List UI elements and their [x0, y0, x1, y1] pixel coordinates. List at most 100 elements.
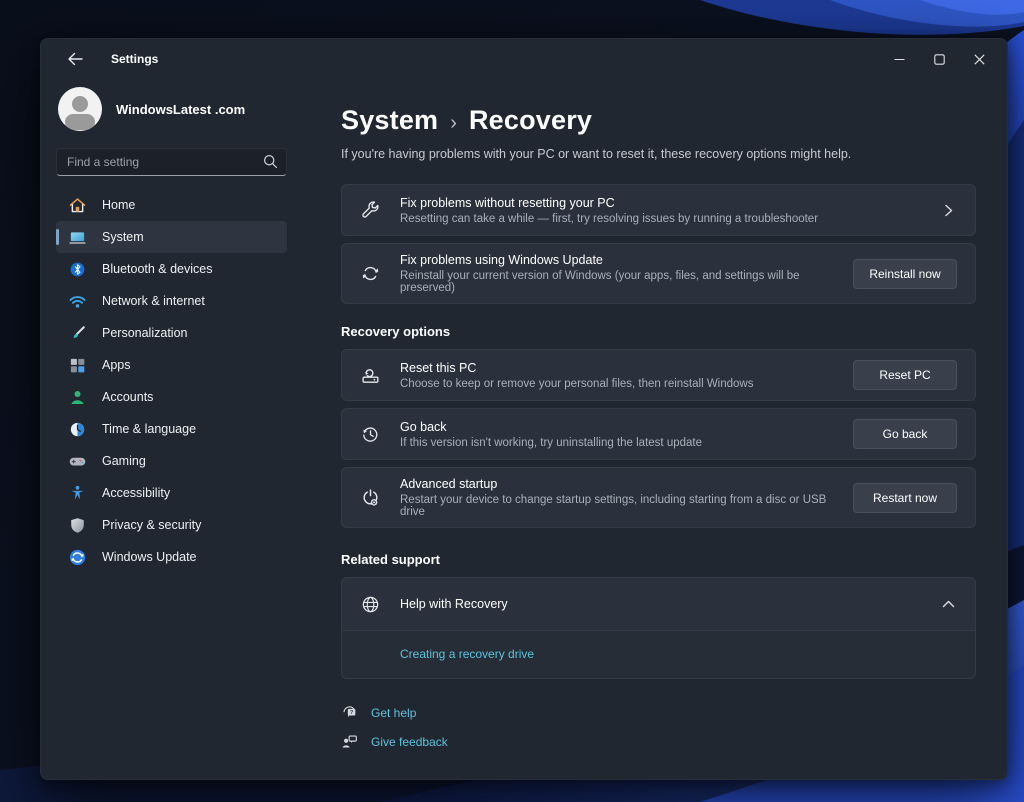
- card-title: Fix problems without resetting your PC: [400, 196, 942, 210]
- sidebar-item-system[interactable]: System: [56, 221, 287, 253]
- card-title: Advanced startup: [400, 477, 853, 491]
- avatar: [58, 87, 102, 131]
- card-description: If this version isn't working, try unins…: [400, 437, 853, 449]
- sidebar-item-windows-update[interactable]: Windows Update: [56, 541, 287, 573]
- account-row[interactable]: WindowsLatest .com: [58, 87, 287, 131]
- titlebar: Settings: [41, 39, 1007, 79]
- svg-text:?: ?: [350, 710, 353, 716]
- advanced-startup-icon: [360, 487, 381, 508]
- close-button[interactable]: [959, 39, 999, 79]
- breadcrumb: System › Recovery: [341, 105, 976, 136]
- footer-links: ? Get help Give feedback: [341, 704, 976, 750]
- settings-window: Settings WindowsLatest .com: [40, 38, 1008, 780]
- account-name: WindowsLatest .com: [116, 102, 245, 117]
- card-description: Choose to keep or remove your personal f…: [400, 378, 853, 390]
- expander-body: Creating a recovery drive: [342, 630, 975, 678]
- sidebar-item-label: Apps: [102, 358, 131, 372]
- chevron-right-icon: [942, 204, 957, 217]
- sidebar-item-label: Personalization: [102, 326, 187, 340]
- searchbox: [56, 148, 287, 176]
- history-icon: [360, 424, 381, 445]
- sidebar-item-home[interactable]: Home: [56, 189, 287, 221]
- page-subtitle: If you're having problems with your PC o…: [341, 147, 976, 161]
- feedback-icon: [341, 733, 358, 750]
- close-icon: [974, 54, 985, 65]
- system-icon: [68, 228, 87, 247]
- card-text: Go back If this version isn't working, t…: [400, 420, 853, 449]
- page-title: Recovery: [469, 105, 592, 136]
- globe-icon: [360, 594, 381, 615]
- sidebar: WindowsLatest .com Home: [41, 79, 301, 779]
- sync-icon: [360, 263, 381, 284]
- window-title: Settings: [111, 52, 158, 66]
- gamepad-icon: [68, 452, 87, 471]
- search-input[interactable]: [56, 148, 287, 176]
- get-help-link[interactable]: Get help: [371, 706, 416, 720]
- reset-pc-icon: [360, 365, 381, 386]
- go-back-button[interactable]: Go back: [853, 419, 957, 449]
- troubleshooter-card[interactable]: Fix problems without resetting your PC R…: [341, 184, 976, 236]
- card-description: Restart your device to change startup se…: [400, 494, 853, 518]
- reinstall-now-button[interactable]: Reinstall now: [853, 259, 957, 289]
- recovery-options-heading: Recovery options: [341, 324, 976, 339]
- restart-now-button[interactable]: Restart now: [853, 483, 957, 513]
- minimize-icon: [894, 54, 905, 65]
- recovery-drive-link[interactable]: Creating a recovery drive: [400, 647, 534, 661]
- give-feedback-row: Give feedback: [341, 733, 976, 750]
- chevron-up-icon: [942, 598, 957, 611]
- sidebar-item-label: Privacy & security: [102, 518, 201, 532]
- top-cards: Fix problems without resetting your PC R…: [341, 184, 976, 304]
- sidebar-item-apps[interactable]: Apps: [56, 349, 287, 381]
- breadcrumb-system[interactable]: System: [341, 105, 438, 136]
- maximize-button[interactable]: [919, 39, 959, 79]
- sidebar-item-label: Home: [102, 198, 135, 212]
- card-text: Reset this PC Choose to keep or remove y…: [400, 361, 853, 390]
- card-title: Reset this PC: [400, 361, 853, 375]
- advanced-startup-card: Advanced startup Restart your device to …: [341, 467, 976, 528]
- accessibility-icon: [68, 484, 87, 503]
- sidebar-item-network-internet[interactable]: Network & internet: [56, 285, 287, 317]
- maximize-icon: [934, 54, 945, 65]
- wifi-icon: [68, 292, 87, 311]
- windows-update-icon: [68, 548, 87, 567]
- give-feedback-link[interactable]: Give feedback: [371, 735, 448, 749]
- search-icon: [263, 154, 278, 169]
- fix-with-update-card: Fix problems using Windows Update Reinst…: [341, 243, 976, 304]
- accounts-icon: [68, 388, 87, 407]
- expander-title: Help with Recovery: [400, 597, 942, 611]
- sidebar-item-label: Accessibility: [102, 486, 170, 500]
- card-description: Resetting can take a while — first, try …: [400, 213, 942, 225]
- sidebar-item-label: Accounts: [102, 390, 153, 404]
- sidebar-item-accounts[interactable]: Accounts: [56, 381, 287, 413]
- sidebar-item-gaming[interactable]: Gaming: [56, 445, 287, 477]
- sidebar-item-label: Time & language: [102, 422, 196, 436]
- sidebar-item-privacy-security[interactable]: Privacy & security: [56, 509, 287, 541]
- card-title: Go back: [400, 420, 853, 434]
- expander-header[interactable]: Help with Recovery: [342, 578, 975, 630]
- shield-icon: [68, 516, 87, 535]
- sidebar-nav: Home System: [56, 189, 287, 573]
- card-description: Reinstall your current version of Window…: [400, 270, 853, 294]
- breadcrumb-separator: ›: [450, 112, 457, 135]
- wrench-icon: [360, 200, 381, 221]
- get-help-row: ? Get help: [341, 704, 976, 721]
- sidebar-item-time-language[interactable]: Time & language: [56, 413, 287, 445]
- sidebar-item-personalization[interactable]: Personalization: [56, 317, 287, 349]
- sidebar-item-accessibility[interactable]: Accessibility: [56, 477, 287, 509]
- home-icon: [68, 196, 87, 215]
- reset-pc-button[interactable]: Reset PC: [853, 360, 957, 390]
- clock-icon: [68, 420, 87, 439]
- get-help-icon: ?: [341, 704, 358, 721]
- help-with-recovery-expander: Help with Recovery Creating a recovery d…: [341, 577, 976, 679]
- window-controls: [879, 39, 999, 79]
- card-text: Help with Recovery: [400, 597, 942, 611]
- sidebar-item-label: System: [102, 230, 144, 244]
- main-content: System › Recovery If you're having probl…: [301, 79, 1007, 779]
- sidebar-item-bluetooth-devices[interactable]: Bluetooth & devices: [56, 253, 287, 285]
- card-text: Fix problems without resetting your PC R…: [400, 196, 942, 225]
- card-title: Fix problems using Windows Update: [400, 253, 853, 267]
- go-back-card: Go back If this version isn't working, t…: [341, 408, 976, 460]
- back-button[interactable]: [61, 47, 89, 71]
- minimize-button[interactable]: [879, 39, 919, 79]
- card-text: Fix problems using Windows Update Reinst…: [400, 253, 853, 294]
